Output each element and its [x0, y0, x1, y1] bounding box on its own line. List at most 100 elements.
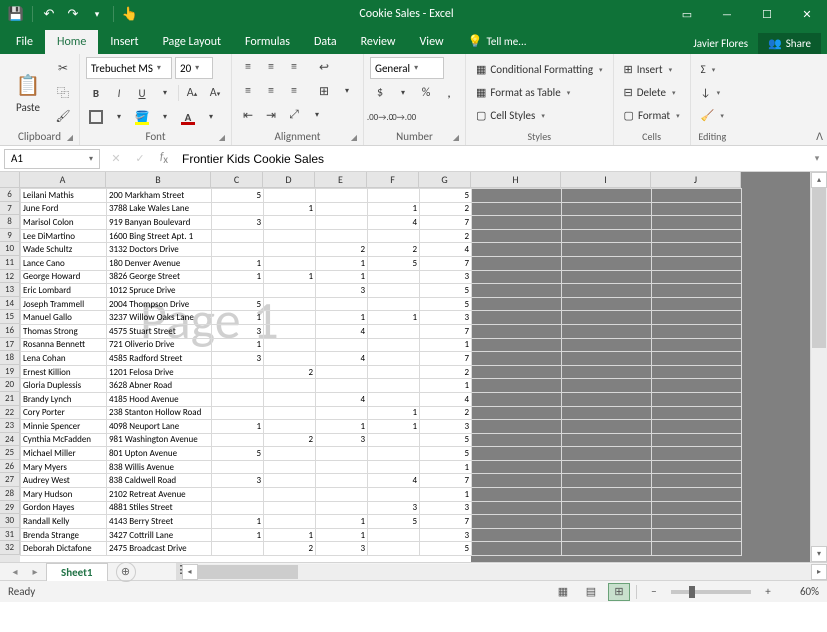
column-header[interactable]: E	[315, 172, 367, 188]
cell[interactable]	[264, 189, 316, 203]
paste-button[interactable]: 📋 Paste	[6, 57, 50, 128]
cell[interactable]	[368, 392, 420, 406]
cell[interactable]: 2	[420, 406, 472, 420]
cell[interactable]	[652, 202, 742, 216]
orientation-dropdown[interactable]: ▾	[307, 105, 327, 125]
cell[interactable]	[472, 488, 562, 502]
cell[interactable]	[652, 447, 742, 461]
cell[interactable]	[368, 542, 420, 556]
cell[interactable]: 3628 Abner Road	[107, 379, 212, 393]
cell[interactable]	[472, 284, 562, 298]
autosum-button[interactable]: Σ▾	[697, 60, 728, 80]
cell[interactable]	[212, 488, 264, 502]
cell[interactable]	[264, 379, 316, 393]
cell[interactable]	[562, 243, 652, 257]
cell[interactable]: 238 Stanton Hollow Road	[107, 406, 212, 420]
cell[interactable]	[368, 379, 420, 393]
cell[interactable]	[368, 297, 420, 311]
merge-dropdown[interactable]: ▾	[337, 81, 357, 101]
cell[interactable]	[368, 460, 420, 474]
cell[interactable]: 3	[420, 501, 472, 515]
tab-view[interactable]: View	[408, 30, 456, 54]
align-right-icon[interactable]: ≡	[284, 81, 304, 101]
hscroll-thumb[interactable]	[198, 565, 298, 579]
delete-cells-button[interactable]: ⊟Delete▾	[620, 83, 684, 103]
cell[interactable]	[264, 216, 316, 230]
cell[interactable]	[212, 542, 264, 556]
decrease-indent-icon[interactable]: ⇤	[238, 105, 258, 125]
cell[interactable]: 1	[212, 420, 264, 434]
cell[interactable]: 1	[420, 379, 472, 393]
cell[interactable]	[212, 243, 264, 257]
clear-button[interactable]: 🧹▾	[697, 106, 728, 126]
cell[interactable]: George Howard	[21, 270, 107, 284]
cell[interactable]: 1	[420, 460, 472, 474]
cell[interactable]	[472, 433, 562, 447]
cell[interactable]: Deborah Dictafone	[21, 542, 107, 556]
cell[interactable]: Joseph Trammell	[21, 297, 107, 311]
share-button[interactable]: 👥Share	[758, 33, 821, 54]
cell[interactable]	[472, 474, 562, 488]
cell[interactable]: 5	[368, 256, 420, 270]
fill-button[interactable]: ↓▾	[697, 83, 728, 103]
decrease-decimal-icon[interactable]: .0→.00	[393, 107, 413, 127]
cell[interactable]: 3788 Lake Wales Lane	[107, 202, 212, 216]
borders-dropdown[interactable]: ▾	[109, 107, 129, 127]
cell[interactable]	[264, 311, 316, 325]
cell[interactable]: 1	[316, 515, 368, 529]
cell[interactable]: 7	[420, 474, 472, 488]
bold-button[interactable]: B	[86, 83, 106, 103]
cell[interactable]: Cory Porter	[21, 406, 107, 420]
cell[interactable]	[316, 447, 368, 461]
cell[interactable]: 981 Washington Avenue	[107, 433, 212, 447]
cell[interactable]: 2	[420, 229, 472, 243]
align-center-icon[interactable]: ≡	[261, 81, 281, 101]
tab-page-layout[interactable]: Page Layout	[151, 30, 233, 54]
cell[interactable]	[368, 284, 420, 298]
cell[interactable]	[562, 270, 652, 284]
cell[interactable]: Lee DiMartino	[21, 229, 107, 243]
increase-decimal-icon[interactable]: .00→.0	[370, 107, 390, 127]
column-header[interactable]: G	[419, 172, 471, 188]
cell[interactable]: Cynthia McFadden	[21, 433, 107, 447]
cell[interactable]: Mary Hudson	[21, 488, 107, 502]
zoom-level[interactable]: 60%	[785, 585, 819, 598]
cell[interactable]: 3	[212, 216, 264, 230]
cell[interactable]	[472, 311, 562, 325]
cell[interactable]: 1	[368, 202, 420, 216]
cell[interactable]	[472, 365, 562, 379]
cell[interactable]: Mary Myers	[21, 460, 107, 474]
column-header[interactable]: C	[211, 172, 263, 188]
cell[interactable]: 4585 Radford Street	[107, 352, 212, 366]
row-header[interactable]: 20	[0, 378, 20, 392]
cell[interactable]: 5	[420, 542, 472, 556]
cell[interactable]: Gordon Hayes	[21, 501, 107, 515]
cell[interactable]	[472, 379, 562, 393]
cell[interactable]: 3	[316, 433, 368, 447]
cell[interactable]: 2	[420, 202, 472, 216]
cell[interactable]: 2	[264, 542, 316, 556]
cell[interactable]	[264, 256, 316, 270]
tab-nav-next-icon[interactable]: ▸	[26, 565, 44, 578]
row-header[interactable]: 21	[0, 392, 20, 406]
cell[interactable]: 2	[368, 243, 420, 257]
cell-styles-button[interactable]: ▢Cell Styles▾	[472, 106, 607, 126]
cell[interactable]: 1	[368, 420, 420, 434]
cell[interactable]: 1201 Felosa Drive	[107, 365, 212, 379]
zoom-slider[interactable]	[671, 590, 751, 594]
cell[interactable]	[368, 229, 420, 243]
cell[interactable]: 4	[316, 352, 368, 366]
cell[interactable]	[316, 365, 368, 379]
font-dialog-icon[interactable]: ◢	[219, 133, 225, 143]
cell[interactable]	[368, 433, 420, 447]
cell[interactable]	[652, 365, 742, 379]
cell[interactable]: 5	[420, 284, 472, 298]
cell[interactable]: Rosanna Bennett	[21, 338, 107, 352]
qat-customize-icon[interactable]: ▾	[89, 6, 105, 22]
cell[interactable]	[264, 474, 316, 488]
fill-color-dropdown[interactable]: ▾	[155, 107, 175, 127]
cell[interactable]	[212, 433, 264, 447]
cell[interactable]	[472, 256, 562, 270]
cut-icon[interactable]: ✂	[53, 59, 73, 79]
cell[interactable]	[368, 528, 420, 542]
